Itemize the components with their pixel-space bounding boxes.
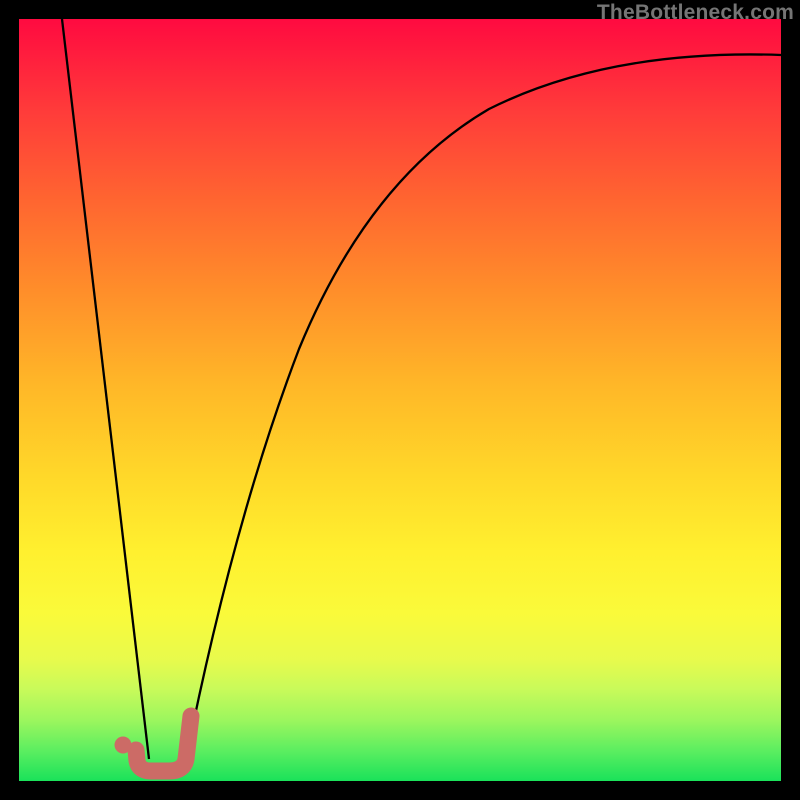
j-marker-dot bbox=[115, 737, 132, 754]
curve-left bbox=[62, 19, 149, 759]
chart-frame: TheBottleneck.com bbox=[0, 0, 800, 800]
curve-right bbox=[186, 54, 781, 759]
watermark-text: TheBottleneck.com bbox=[597, 1, 794, 25]
curve-layer bbox=[19, 19, 781, 781]
